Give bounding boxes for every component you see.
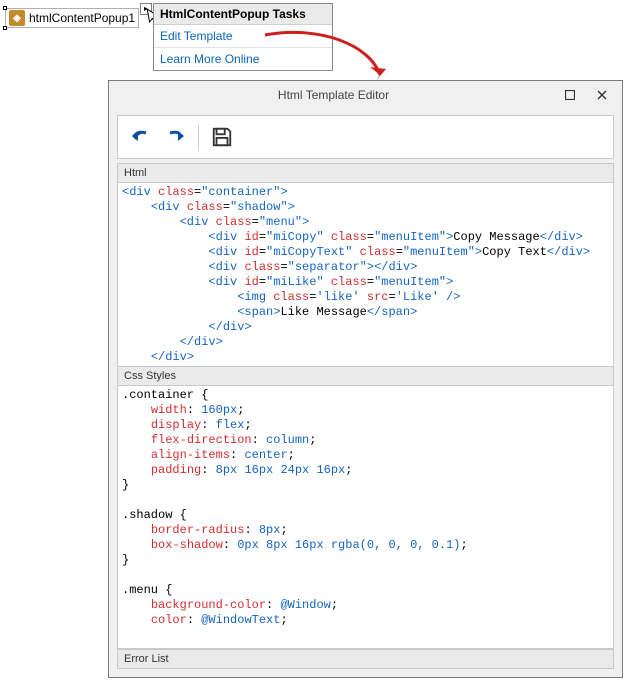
designer-control[interactable]: ◈ htmlContentPopup1 [5, 8, 139, 28]
component-icon: ◈ [9, 10, 25, 26]
maximize-button[interactable] [554, 84, 586, 106]
smart-tasks-popup: HtmlContentPopup Tasks Edit Template Lea… [153, 3, 333, 71]
tasks-title: HtmlContentPopup Tasks [154, 4, 332, 25]
close-button[interactable] [586, 84, 618, 106]
redo-button[interactable] [158, 122, 192, 152]
css-section-header[interactable]: Css Styles [117, 367, 614, 385]
resize-handle[interactable] [3, 26, 7, 30]
window-title: Html Template Editor [113, 88, 554, 102]
save-button[interactable] [205, 122, 239, 152]
html-template-editor-window: Html Template Editor Html <div class="co… [108, 80, 623, 678]
smart-tag-glyph[interactable]: ▸ [140, 3, 152, 15]
task-learn-more[interactable]: Learn More Online [154, 47, 332, 70]
html-section-header[interactable]: Html [117, 163, 614, 182]
control-name-label: htmlContentPopup1 [29, 11, 135, 25]
resize-handle[interactable] [3, 6, 7, 10]
toolbar-separator [198, 124, 199, 150]
html-code-editor[interactable]: <div class="container"> <div class="shad… [117, 182, 614, 367]
editor-toolbar [117, 115, 614, 159]
undo-button[interactable] [124, 122, 158, 152]
titlebar[interactable]: Html Template Editor [109, 81, 622, 109]
css-code-editor[interactable]: .container { width: 160px; display: flex… [117, 385, 614, 649]
task-edit-template[interactable]: Edit Template [154, 25, 332, 47]
error-list-section[interactable]: Error List [117, 649, 614, 669]
